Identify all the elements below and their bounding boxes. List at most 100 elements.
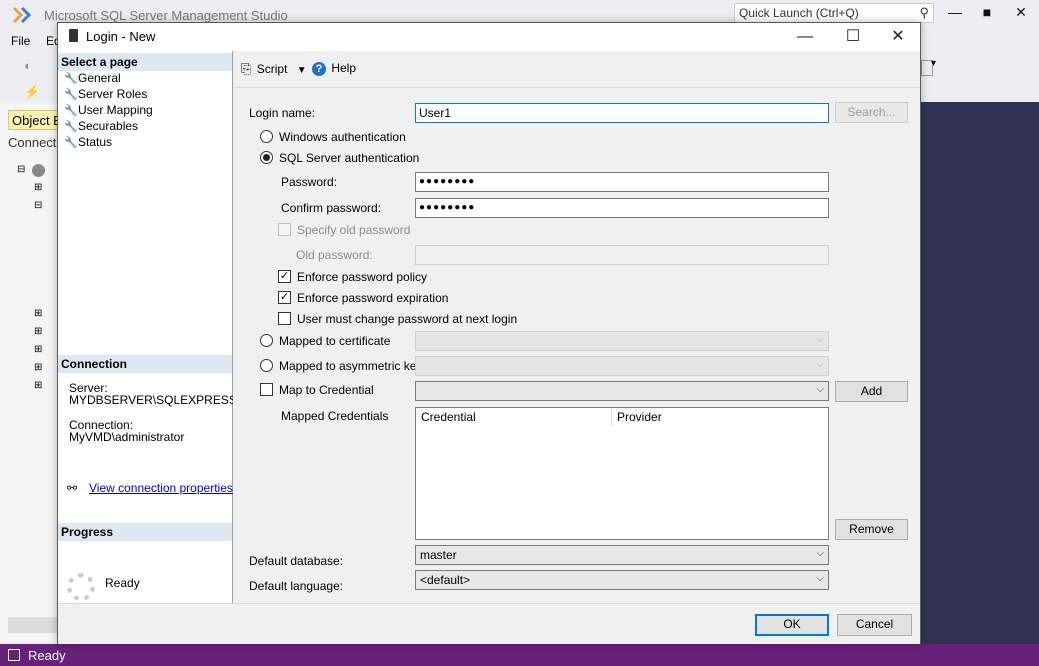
dialog-title-bar: Login - New — ☐ ✕ [58,23,920,51]
minimize-icon[interactable]: — [940,4,970,24]
enforce-expiration-checkbox[interactable]: ✓ [278,291,291,304]
dialog-title: Login - New [86,29,156,44]
default-language-value: <default> [420,573,471,587]
old-password-input[interactable] [415,245,829,265]
page-general[interactable]: 🔧General [64,71,121,85]
connection-value: MyVMD\administrator [69,430,185,444]
page-securables[interactable]: 🔧Securables [64,119,138,133]
ssms-title: Microsoft SQL Server Management Studio [44,8,288,23]
script-label: Script [256,62,288,76]
close-icon[interactable]: ✕ [1006,4,1036,24]
asymmetric-key-dropdown[interactable]: ⌵ [415,356,829,376]
windows-auth-radio[interactable] [260,130,273,143]
default-language-label: Default language: [249,579,344,593]
must-change-label[interactable]: User must change password at next login [297,312,517,326]
help-label: Help [331,61,357,75]
ok-button[interactable]: OK [755,614,829,636]
dialog-minimize-icon[interactable]: — [785,26,825,48]
select-page-header: Select a page [58,53,232,71]
credential-dropdown[interactable]: ⌵ [415,381,829,401]
back-icon[interactable]: ◐ [24,58,32,73]
left-pane: Select a page 🔧General 🔧Server Roles 🔧Us… [58,51,237,603]
object-explorer-connect[interactable]: Connect [8,135,58,150]
login-icon [69,29,78,42]
object-explorer-tab[interactable]: Object E [8,110,58,130]
ssms-logo-icon [12,6,32,24]
quick-launch-input[interactable]: Quick Launch (Ctrl+Q) ⚲ [734,3,934,23]
search-button[interactable]: Search... [835,102,908,123]
progress-status: Ready [105,576,140,590]
login-new-dialog: Login - New — ☐ ✕ Select a page 🔧General… [57,22,921,644]
mapped-asymmetric-key-label[interactable]: Mapped to asymmetric key [279,359,422,373]
menu-file[interactable]: File [11,34,30,48]
status-bar: Ready [0,644,1039,666]
progress-header: Progress [58,523,232,541]
expand-icon[interactable]: ⊞ [34,182,42,193]
certificate-dropdown[interactable]: ⌵ [415,331,829,351]
add-button[interactable]: Add [835,381,908,402]
page-label: General [78,71,121,85]
wrench-icon: 🔧 [64,89,78,101]
sql-auth-label[interactable]: SQL Server authentication [279,151,419,165]
search-icon: ⚲ [919,5,929,20]
page-status[interactable]: 🔧Status [64,135,112,149]
page-label: Server Roles [78,87,148,101]
maximize-icon[interactable]: ■ [972,4,1002,24]
collapse-icon[interactable]: ⊟ [17,164,25,175]
page-server-roles[interactable]: 🔧Server Roles [64,87,147,101]
enforce-policy-checkbox[interactable]: ✓ [278,270,291,283]
login-name-input[interactable]: User1 [415,103,829,123]
expand-icon[interactable]: ⊞ [34,326,42,337]
connection-properties-icon: ⚯ [67,481,78,495]
plug-icon[interactable]: ⚡ [24,84,40,100]
collapse-icon[interactable]: ⊟ [34,200,42,211]
mapped-certificate-label[interactable]: Mapped to certificate [279,334,390,348]
mapped-credentials-grid[interactable]: Credential Provider [415,407,829,540]
must-change-checkbox[interactable] [278,312,291,325]
mapped-certificate-radio[interactable] [260,334,273,347]
expand-icon[interactable]: ⊞ [34,344,42,355]
wrench-icon: 🔧 [64,137,78,149]
chevron-down-icon: ⌵ [816,334,824,345]
help-button[interactable]: ? Help [312,61,356,76]
toolbar-dropdown-icon[interactable]: ▾ [931,58,936,69]
object-explorer-panel: ⊟ ⊞ ⊟ ⊞ ⊞ ⊞ ⊞ ⊞ [0,102,58,642]
mapped-asymmetric-key-radio[interactable] [260,359,273,372]
dialog-close-icon[interactable]: ✕ [878,26,918,48]
cancel-button[interactable]: Cancel [837,614,912,636]
script-icon: ⎘ [241,61,252,76]
default-language-dropdown[interactable]: <default> ⌵ [415,570,829,590]
dialog-maximize-icon[interactable]: ☐ [833,26,873,48]
enforce-expiration-label[interactable]: Enforce password expiration [297,291,448,305]
page-user-mapping[interactable]: 🔧User Mapping [64,103,153,117]
grid-header-provider[interactable]: Provider [612,408,828,426]
sql-auth-radio[interactable] [260,151,273,164]
view-connection-properties-link[interactable]: View connection properties [89,481,233,495]
windows-auth-label[interactable]: Windows authentication [279,130,406,144]
horizontal-scrollbar[interactable] [8,617,58,633]
login-name-label: Login name: [249,106,316,120]
confirm-password-input[interactable]: ●●●●●●●● [415,198,829,218]
chevron-down-icon: ⌵ [816,548,824,559]
map-credential-checkbox[interactable] [260,383,273,396]
expand-icon[interactable]: ⊞ [34,362,42,373]
remove-button[interactable]: Remove [835,519,908,540]
page-label: Securables [78,119,139,133]
map-credential-label[interactable]: Map to Credential [279,383,374,397]
mapped-credentials-label: Mapped Credentials [281,409,389,423]
expand-icon[interactable]: ⊞ [34,308,42,319]
script-button[interactable]: ⎘ Script ▼ [241,61,307,77]
chevron-down-icon: ⌵ [816,573,824,584]
grid-header-credential[interactable]: Credential [416,408,612,426]
progress-spinner-icon [67,573,95,601]
general-page: ⎘ Script ▼ ? Help Login name: User1 Sear… [233,51,920,603]
default-database-dropdown[interactable]: master ⌵ [415,545,829,565]
specify-old-password-checkbox[interactable] [278,223,291,236]
password-input[interactable]: ●●●●●●●● [415,172,829,192]
enforce-policy-label[interactable]: Enforce password policy [297,270,427,284]
specify-old-password-label[interactable]: Specify old password [297,223,410,237]
dialog-footer: OK Cancel [58,603,920,644]
chevron-down-icon: ▼ [296,65,307,76]
expand-icon[interactable]: ⊞ [34,380,42,391]
status-text: Ready [28,648,66,663]
